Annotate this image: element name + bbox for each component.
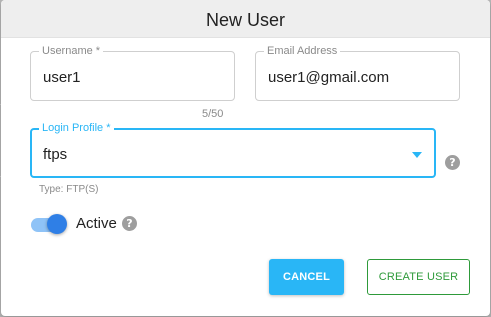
username-label: Username * (39, 44, 104, 58)
login-profile-value: ftps (43, 146, 68, 163)
active-toggle-thumb[interactable] (47, 214, 67, 234)
email-field[interactable]: Email Address (255, 44, 460, 101)
username-input[interactable] (43, 69, 213, 87)
active-label: Active (76, 215, 117, 232)
login-profile-select[interactable]: Login Profile * ftps (30, 121, 436, 178)
new-user-dialog: New User Username * 5/50 Email Address L… (1, 0, 490, 316)
dialog-title: New User (1, 0, 490, 38)
username-char-counter: 5/50 (202, 108, 224, 120)
email-label: Email Address (264, 44, 341, 58)
email-input[interactable] (268, 69, 438, 87)
login-profile-helper: Type: FTP(S) (39, 184, 99, 195)
cancel-button[interactable]: CANCEL (269, 259, 344, 295)
username-field[interactable]: Username * (30, 44, 235, 101)
login-profile-help-icon[interactable]: ? (445, 155, 460, 170)
dropdown-arrow-icon[interactable] (412, 152, 422, 158)
active-help-icon[interactable]: ? (122, 216, 137, 231)
create-user-button[interactable]: CREATE USER (367, 259, 470, 295)
login-profile-label: Login Profile * (39, 121, 114, 135)
